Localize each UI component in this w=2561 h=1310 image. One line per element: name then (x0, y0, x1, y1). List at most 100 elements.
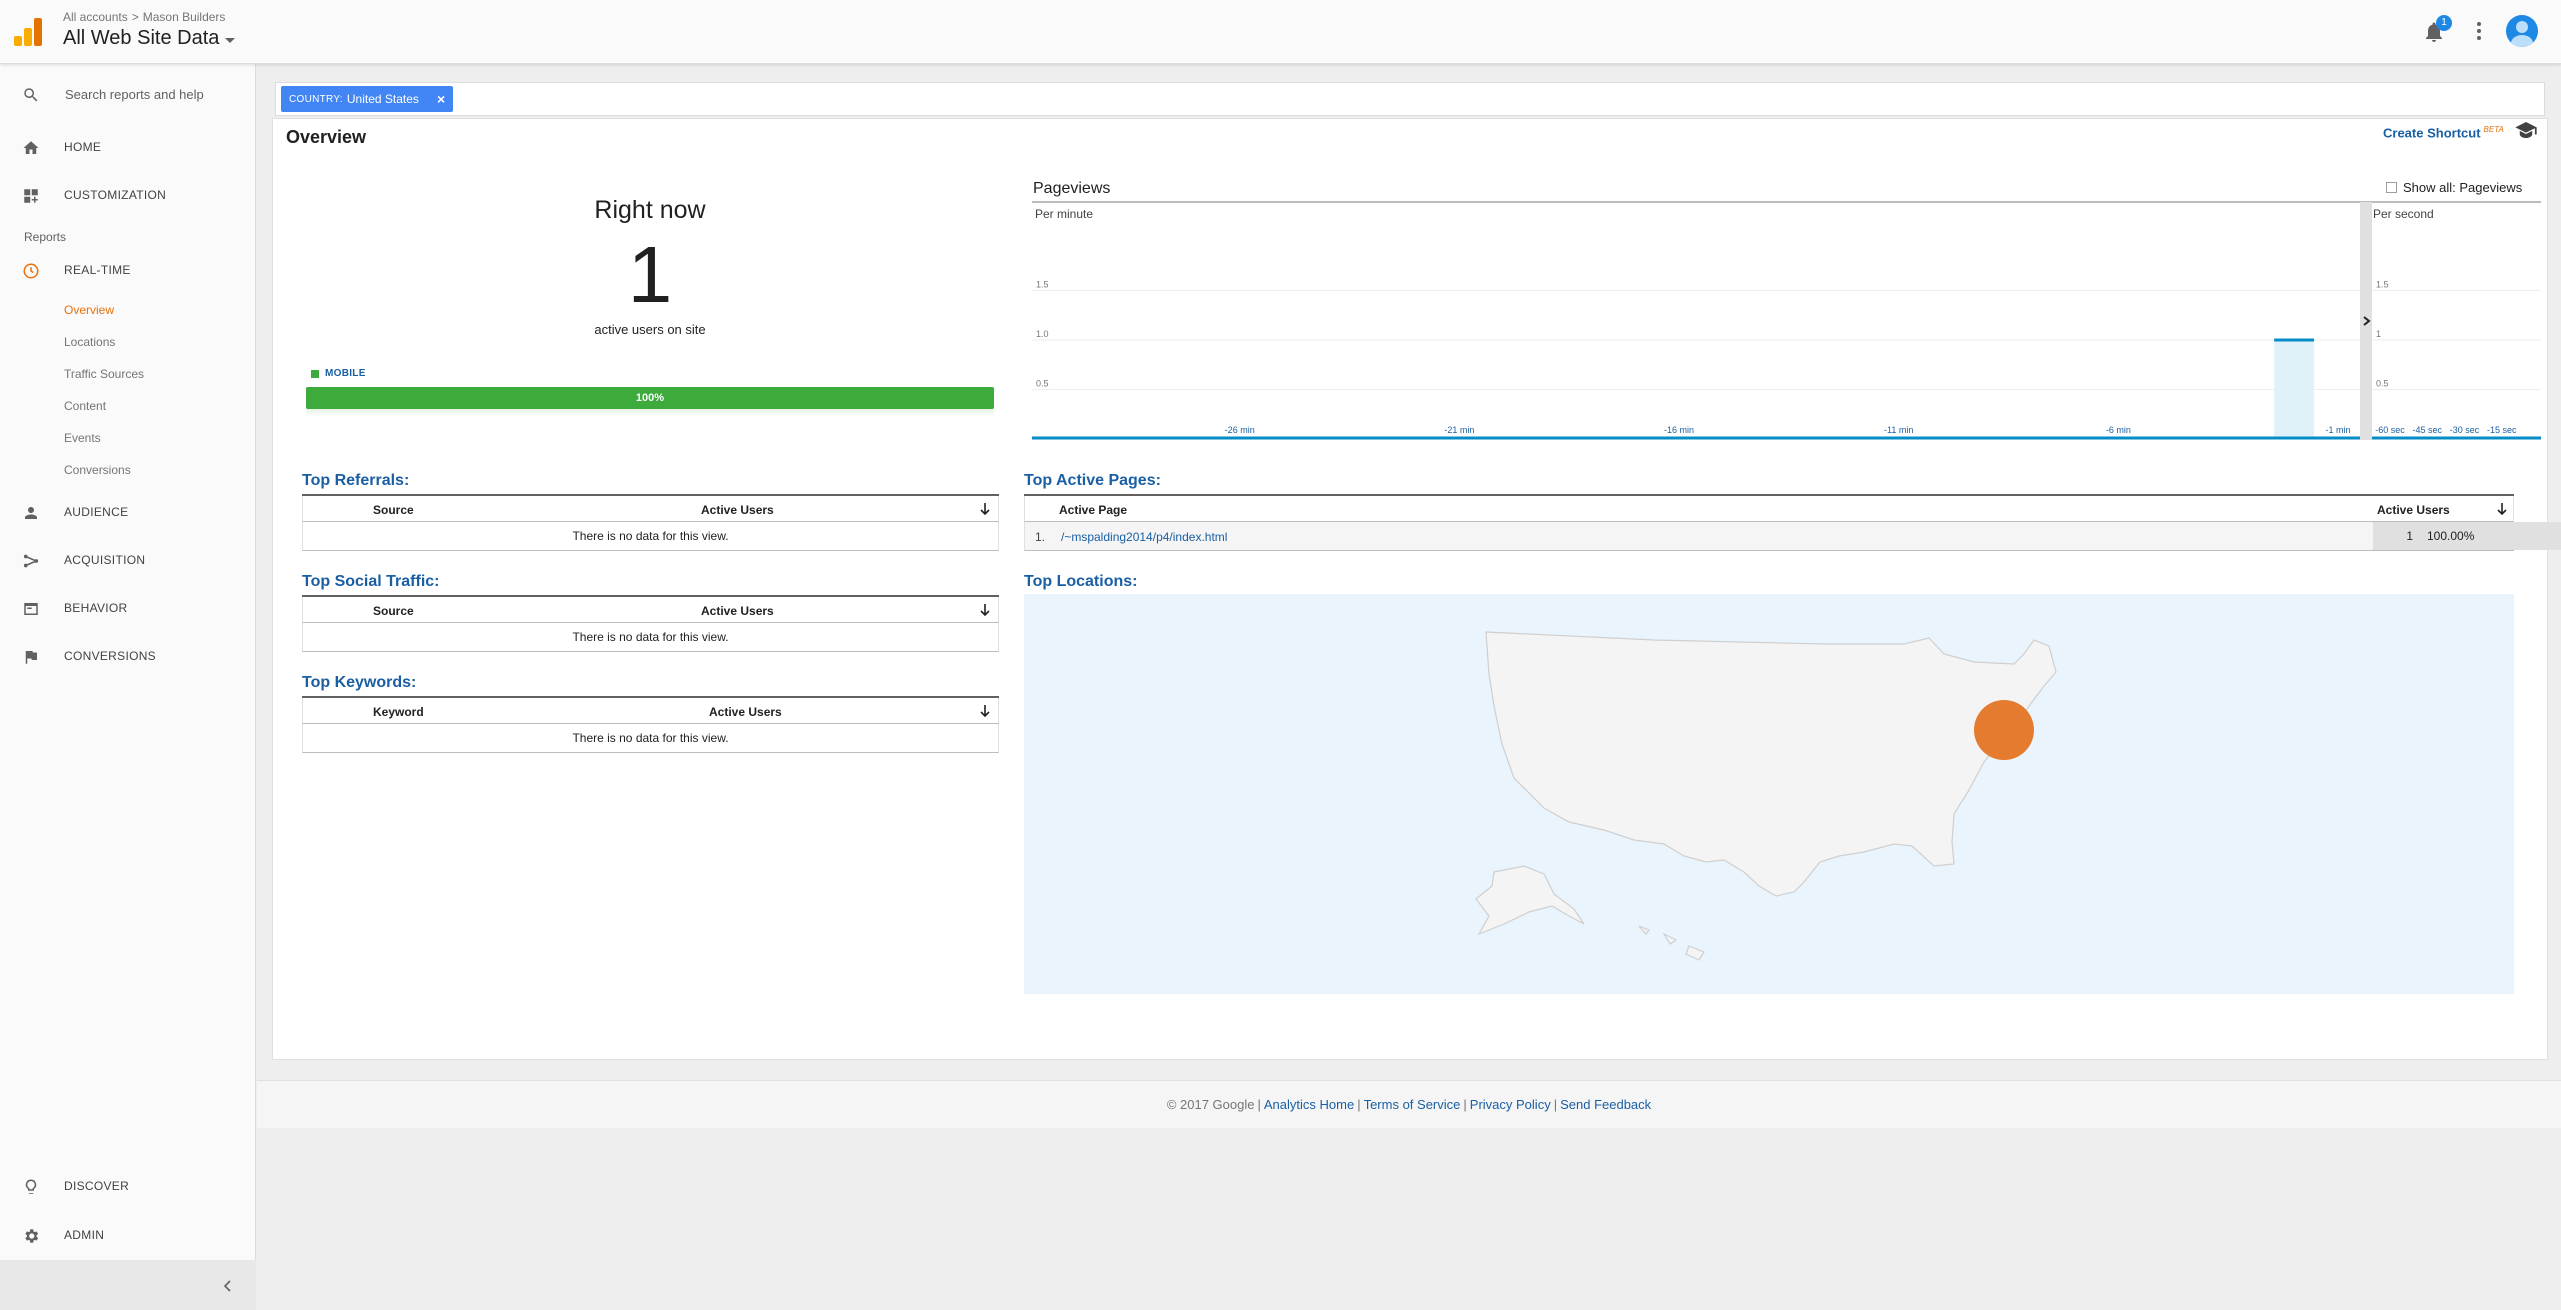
pageviews-chart: Per minute Per second 0.5 1.0 1.5 -26 min -2… (1032, 201, 2541, 440)
checkbox-box[interactable] (2386, 182, 2397, 193)
lightbulb-icon (25, 1179, 37, 1194)
col-keyword[interactable]: Keyword (373, 705, 424, 719)
close-icon[interactable]: × (437, 91, 445, 107)
realtime-content[interactable]: Content (64, 399, 106, 413)
account-avatar-icon[interactable] (2506, 15, 2538, 47)
page-title: Overview (286, 127, 367, 147)
top-keywords-title: Top Keywords: (302, 674, 417, 691)
nav-home[interactable]: HOME (0, 127, 256, 167)
nav-conversions[interactable]: CONVERSIONS (0, 636, 256, 676)
caret-down-icon (225, 37, 236, 43)
per-second-label: Per second (2373, 207, 2434, 221)
empty-row: There is no data for this view. (302, 623, 999, 652)
legend-swatch (311, 369, 319, 378)
col-source[interactable]: Source (373, 503, 414, 517)
usa-map (1475, 631, 2057, 961)
graduation-cap-icon[interactable] (2515, 122, 2537, 138)
location-marker[interactable] (1974, 700, 2034, 760)
col-active-page[interactable]: Active Page (1059, 503, 1127, 517)
sort-arrow-icon[interactable] (978, 602, 992, 618)
footer-link-privacy[interactable]: Privacy Policy (1470, 1097, 1551, 1112)
x-tick-label: -26 min (1225, 425, 1255, 435)
breadcrumb-account[interactable]: Mason Builders (143, 10, 226, 24)
realtime-locations[interactable]: Locations (64, 335, 115, 349)
table-row: 1. /~mspalding2014/p4/index.html 1 100.0… (1024, 522, 2561, 551)
device-bar: 100% (306, 387, 994, 409)
home-icon (23, 141, 39, 154)
realtime-overview[interactable]: Overview (64, 303, 114, 317)
breadcrumb-all-accounts[interactable]: All accounts (63, 10, 128, 24)
nav-behavior[interactable]: BEHAVIOR (0, 588, 256, 628)
active-users-caption: active users on site (594, 322, 706, 337)
search-reports[interactable]: Search reports and help (0, 76, 256, 112)
device-bar-fill: 100% (306, 387, 994, 409)
top-keywords-table: Keyword Active Users There is no data for… (302, 696, 999, 753)
device-label: MOBILE (325, 368, 366, 379)
x-tick-label: -45 sec (2412, 425, 2442, 435)
filter-key: COUNTRY: (289, 93, 343, 105)
reports-heading: Reports (24, 230, 67, 244)
breadcrumb-separator: > (131, 10, 139, 24)
y-tick-label: 1 (2376, 329, 2381, 339)
active-page-link[interactable]: /~mspalding2014/p4/index.html (1061, 530, 1227, 544)
create-shortcut-link[interactable]: Create Shortcut BETA (2383, 125, 2504, 140)
page-footer: © 2017 Google | Analytics Home | Terms of Se… (257, 1080, 2561, 1128)
show-all-checkbox[interactable]: Show all: Pageviews (2386, 180, 2522, 195)
property-selector[interactable]: All Web Site Data (63, 27, 236, 50)
realtime-conversions[interactable]: Conversions (64, 463, 131, 477)
nav-conversions-label: CONVERSIONS (64, 649, 156, 663)
sort-arrow-icon[interactable] (2495, 501, 2509, 517)
realtime-traffic-sources[interactable]: Traffic Sources (64, 367, 144, 381)
footer-link-terms[interactable]: Terms of Service (1364, 1097, 1461, 1112)
device-bar-shadow (306, 409, 994, 417)
analytics-logo[interactable] (14, 18, 44, 46)
top-referrals-table: Source Active Users There is no data for … (302, 494, 999, 551)
top-pages-title: Top Active Pages: (1024, 472, 1161, 489)
nav-audience[interactable]: AUDIENCE (0, 492, 256, 532)
filter-bar: COUNTRY: United States × (275, 82, 2545, 116)
nav-realtime[interactable]: REAL-TIME (0, 250, 256, 290)
y-tick-label: 1.0 (1036, 329, 1049, 339)
alaska-outline (1475, 865, 1585, 936)
usa-outline (1485, 631, 2057, 897)
sort-arrow-icon[interactable] (978, 703, 992, 719)
nav-admin[interactable]: ADMIN (0, 1215, 256, 1255)
nav-acquisition[interactable]: ACQUISITION (0, 540, 256, 580)
nav-discover[interactable]: DISCOVER (0, 1166, 256, 1206)
col-source[interactable]: Source (373, 604, 414, 618)
col-active-users[interactable]: Active Users (701, 503, 774, 517)
nav-customization[interactable]: CUSTOMIZATION (0, 175, 256, 215)
y-tick-label: 1.5 (1036, 280, 1049, 290)
realtime-events[interactable]: Events (64, 431, 101, 445)
col-active-users[interactable]: Active Users (709, 705, 782, 719)
y-tick-label: 0.5 (1036, 379, 1049, 389)
sort-arrow-icon[interactable] (978, 501, 992, 517)
x-tick-label: -16 min (1664, 425, 1694, 435)
footer-link-analytics-home[interactable]: Analytics Home (1264, 1097, 1354, 1112)
country-filter-chip[interactable]: COUNTRY: United States × (281, 86, 454, 112)
col-active-users[interactable]: Active Users (2377, 503, 2450, 517)
create-shortcut-label: Create Shortcut (2383, 125, 2481, 141)
x-tick-label: -30 sec (2450, 425, 2480, 435)
copyright: © 2017 Google (1166, 1097, 1255, 1112)
y-tick-label: 1.5 (2376, 280, 2389, 290)
col-active-users[interactable]: Active Users (701, 604, 774, 618)
show-all-label: Show all: Pageviews (2403, 180, 2523, 195)
x-tick-label: -21 min (1444, 425, 1474, 435)
gear-icon (25, 1229, 39, 1243)
y-tick-label: 0.5 (2376, 379, 2389, 389)
footer-separator: | (1553, 1097, 1558, 1112)
right-now-title: Right now (594, 196, 706, 224)
chevron-left-icon[interactable] (222, 1280, 234, 1292)
property-name: All Web Site Data (63, 27, 220, 49)
acquisition-icon (23, 554, 39, 568)
locations-map[interactable] (1024, 594, 2514, 994)
pageview-bar (2274, 340, 2315, 439)
footer-link-feedback[interactable]: Send Feedback (1560, 1097, 1651, 1112)
flag-icon (25, 651, 37, 664)
notifications-button[interactable]: 1 (2420, 15, 2452, 46)
x-tick-label: -60 sec (2375, 425, 2405, 435)
more-vert-icon[interactable] (2474, 18, 2484, 44)
nav-discover-label: DISCOVER (64, 1179, 130, 1193)
top-social-table: Source Active Users There is no data for … (302, 595, 999, 652)
